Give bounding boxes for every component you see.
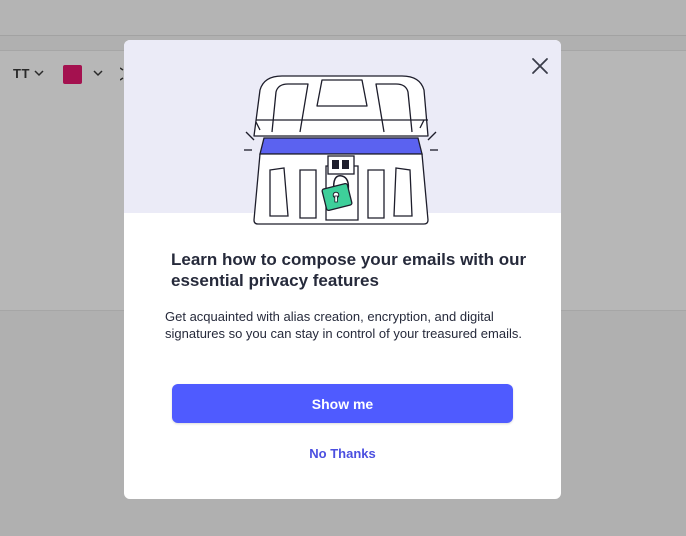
- chevron-down-icon[interactable]: [93, 69, 103, 77]
- modal-description: Get acquainted with alias creation, encr…: [165, 309, 522, 341]
- no-thanks-button[interactable]: No Thanks: [172, 446, 513, 466]
- text-style-button[interactable]: TT: [13, 66, 30, 81]
- close-icon[interactable]: [528, 54, 552, 78]
- treasure-chest-illustration: [244, 75, 438, 225]
- show-me-button[interactable]: Show me: [172, 384, 513, 423]
- app-header: [0, 0, 686, 36]
- privacy-features-modal: Learn how to compose your emails with ou…: [124, 40, 561, 499]
- modal-title: Learn how to compose your emails with ou…: [171, 250, 527, 290]
- chevron-down-icon[interactable]: [34, 69, 44, 77]
- text-color-swatch[interactable]: [63, 65, 82, 84]
